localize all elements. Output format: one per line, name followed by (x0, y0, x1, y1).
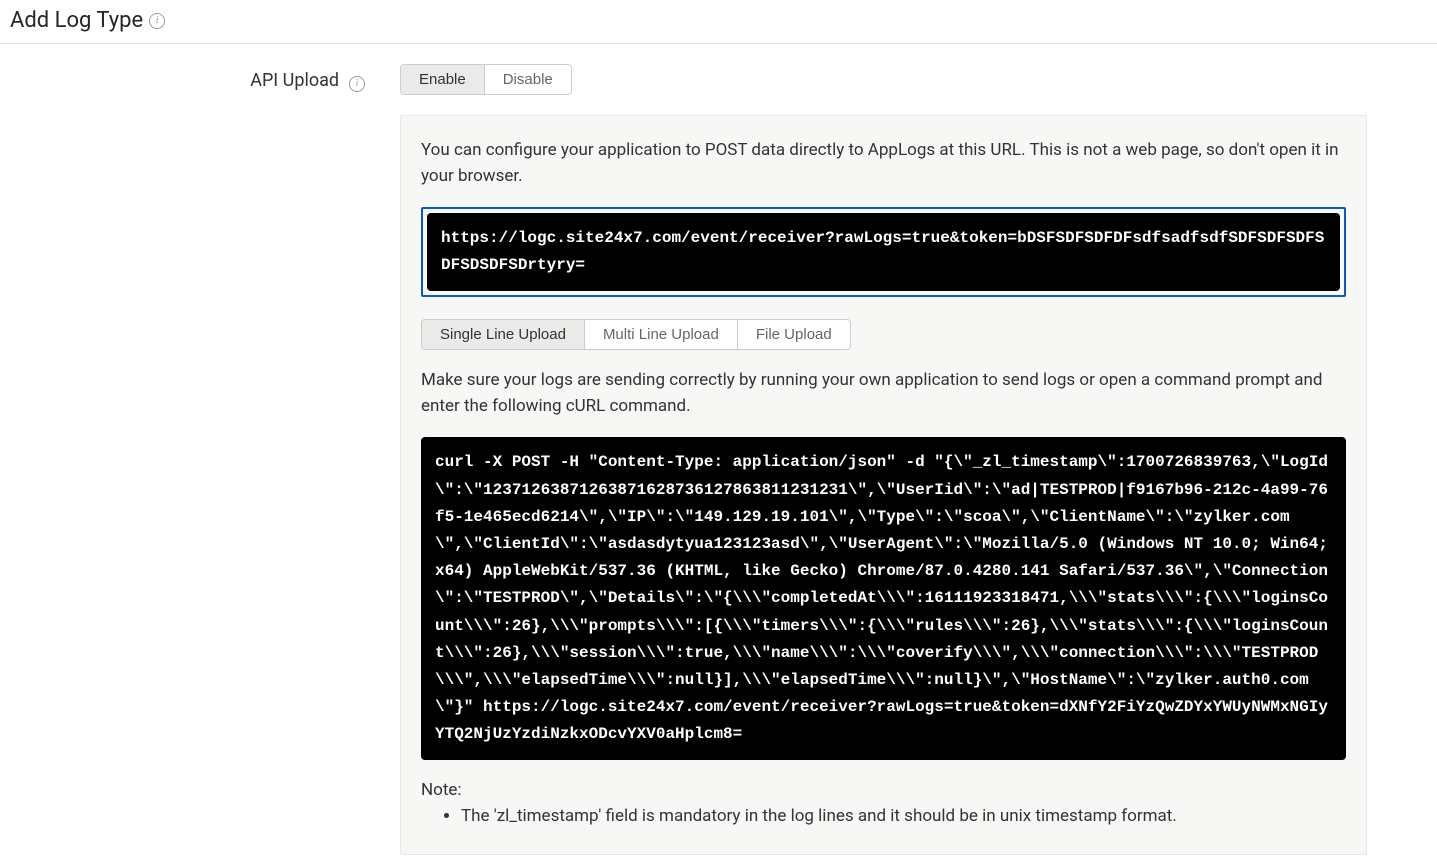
post-description: You can configure your application to PO… (421, 138, 1346, 189)
tab-multi-line-upload[interactable]: Multi Line Upload (585, 320, 738, 349)
content-row: API Upload i Enable Disable You can conf… (0, 44, 1437, 855)
note-section: Note: The 'zl_timestamp' field is mandat… (421, 780, 1346, 826)
api-url-highlight: https://logc.site24x7.com/event/receiver… (421, 207, 1346, 297)
curl-command-code[interactable]: curl -X POST -H "Content-Type: applicati… (421, 437, 1346, 760)
upload-mode-tabs: Single Line Upload Multi Line Upload Fil… (421, 319, 851, 350)
config-panel: You can configure your application to PO… (400, 115, 1367, 855)
page-title: Add Log Type (10, 8, 143, 33)
note-list: The 'zl_timestamp' field is mandatory in… (421, 806, 1346, 826)
api-url-code[interactable]: https://logc.site24x7.com/event/receiver… (427, 213, 1340, 291)
tab-file-upload[interactable]: File Upload (738, 320, 850, 349)
disable-button[interactable]: Disable (485, 65, 571, 94)
label-column: API Upload i (0, 64, 400, 855)
main-column: Enable Disable You can configure your ap… (400, 64, 1437, 855)
enable-button[interactable]: Enable (401, 65, 485, 94)
page-header: Add Log Type i (0, 0, 1437, 44)
info-icon[interactable]: i (349, 76, 365, 92)
curl-description: Make sure your logs are sending correctl… (421, 368, 1346, 419)
info-icon[interactable]: i (149, 13, 165, 29)
api-upload-toggle: Enable Disable (400, 64, 572, 95)
api-upload-label: API Upload (250, 70, 339, 91)
note-label: Note: (421, 780, 462, 800)
tab-single-line-upload[interactable]: Single Line Upload (422, 320, 585, 349)
note-item: The 'zl_timestamp' field is mandatory in… (461, 806, 1346, 826)
page-container: Add Log Type i API Upload i Enable Disab… (0, 0, 1437, 861)
